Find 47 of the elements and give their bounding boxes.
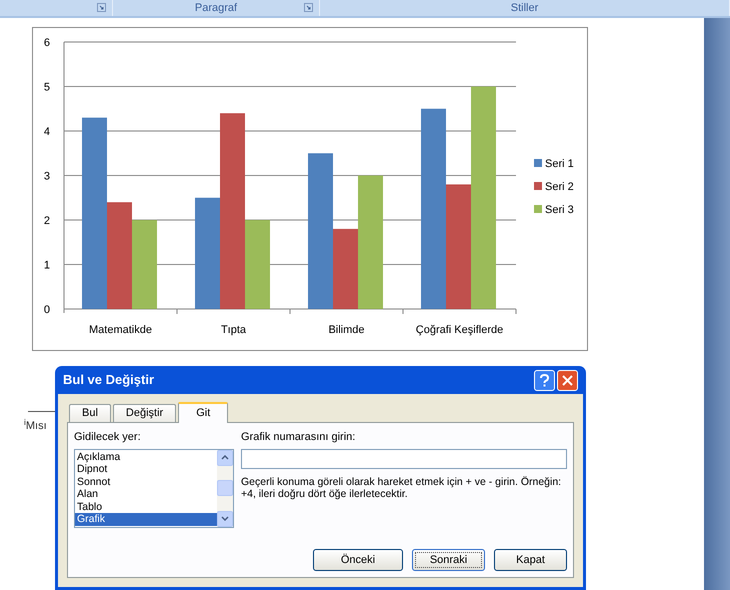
help-button[interactable] [534, 370, 555, 390]
category-label: Çoğrafi Keşiflerde [416, 324, 504, 336]
category-label: Matematikde [89, 324, 152, 336]
legend-label: Seri 1 [545, 158, 574, 170]
axis-tick-label: 2 [44, 215, 50, 227]
ribbon-group-label: Stiller [510, 0, 538, 16]
dialog-button[interactable]: Sonraki [412, 549, 485, 571]
chevron-down-icon [221, 516, 229, 521]
tab[interactable]: Git [178, 402, 228, 423]
list-item[interactable]: Alan [75, 488, 217, 500]
close-icon [562, 374, 573, 386]
dialog-launcher[interactable] [304, 3, 313, 12]
field-label: Gidilecek yer: [74, 430, 142, 445]
axis-tick-label: 0 [44, 304, 50, 316]
chevron-up-icon [221, 455, 229, 460]
list-item[interactable]: Grafik [75, 513, 217, 526]
close-button[interactable] [557, 370, 578, 390]
category-label: Bilimde [328, 324, 365, 336]
dialog-launcher[interactable] [97, 3, 106, 12]
list-item[interactable]: Açıklama [75, 450, 217, 463]
input-field[interactable] [241, 448, 567, 468]
tab[interactable]: Bul [69, 404, 111, 422]
list-item[interactable]: Tablo [75, 500, 217, 513]
axis-tick-label: 1 [44, 260, 50, 272]
dialog-button[interactable]: Önceki [313, 549, 403, 571]
scrollbar[interactable] [217, 450, 233, 526]
axis-tick-label: 3 [44, 170, 50, 182]
scroll-down-button[interactable] [217, 510, 233, 526]
tab[interactable]: Değiştir [112, 404, 176, 422]
scroll-thumb[interactable] [217, 480, 233, 496]
legend-label: Seri 2 [545, 181, 574, 193]
axis-tick-label: 6 [44, 37, 50, 49]
axis-tick-label: 5 [44, 82, 50, 94]
window-title: Bul ve Değiştir [63, 371, 156, 390]
hint-text: Geçerli konuma göreli olarak hareket etmek için + ve - girin. Örneğin: +4, ileri doğru dört öğe ilerletecektir. [241, 476, 562, 500]
dialog-button[interactable]: Kapat [494, 549, 567, 571]
field-label: Grafik numarasını girin: [241, 430, 356, 445]
help-icon [540, 374, 549, 386]
list-item[interactable]: Sonnot [75, 476, 217, 488]
scroll-up-button[interactable] [217, 450, 233, 466]
target-list[interactable]: Açıklama Dipnot Sonnot Alan Tablo Grafik [74, 448, 234, 528]
axis-tick-label: 4 [44, 126, 50, 138]
footnote-text: $^{i}$Mısı [24, 420, 47, 432]
list-item[interactable]: Dipnot [75, 463, 217, 476]
legend-label: Seri 3 [545, 204, 574, 216]
category-label: Tıpta [220, 324, 246, 336]
ribbon-group-label: Paragraf [194, 0, 238, 16]
